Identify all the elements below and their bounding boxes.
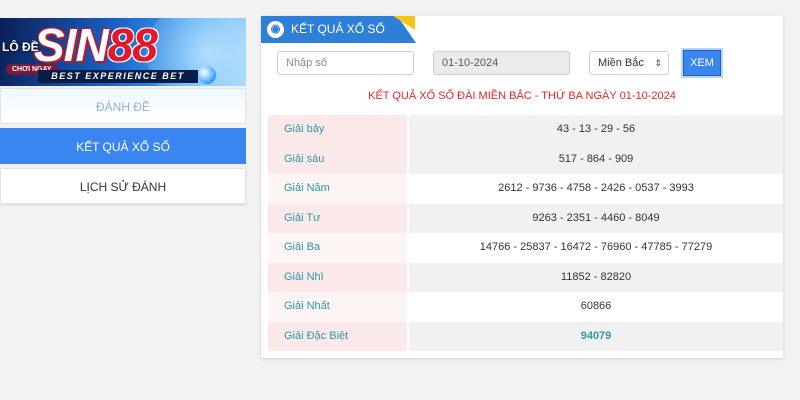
- number-search-input[interactable]: [277, 51, 414, 75]
- prize-value: 14766 - 25837 - 16472 - 76960 - 47785 - …: [479, 241, 713, 253]
- prize-label: Giải Tư: [268, 203, 409, 233]
- lottery-ball-icon: [198, 66, 216, 84]
- date-field[interactable]: 01-10-2024: [433, 51, 570, 75]
- table-row: Giải Nhì 11852 - 82820: [268, 262, 783, 292]
- table-row: Giải Năm 2612 - 9736 - 4758 - 2426 - 053…: [268, 174, 783, 204]
- sidebar-item-danh-de[interactable]: ĐÁNH ĐỀ: [0, 88, 246, 124]
- prize-label: Giải Nhì: [268, 262, 409, 292]
- table-row: Giải Ba 14766 - 25837 - 16472 - 76960 - …: [268, 233, 783, 263]
- table-row: Giải Đặc Biệt 94079: [268, 321, 783, 351]
- sidebar-item-ket-qua-xo-so[interactable]: KẾT QUẢ XỔ SỐ: [0, 128, 246, 164]
- filter-controls: 01-10-2024 Miền Bắc ⇕ XEM: [277, 50, 777, 77]
- prize-label: Giải Năm: [268, 174, 409, 204]
- prize-label: Giải Nhất: [268, 292, 409, 322]
- prize-value: 517 - 864 - 909: [409, 144, 783, 174]
- panel-title: KẾT QUẢ XỔ SỐ: [291, 22, 385, 36]
- prize-label: Giải Ba: [268, 233, 409, 263]
- brand-banner[interactable]: LÔ ĐỀ CHƠI NGAY SIN88 BEST EXPERIENCE BE…: [0, 18, 246, 86]
- results-table: Giải bảy 43 - 13 - 29 - 56 Giải sáu 517 …: [268, 115, 783, 351]
- result-title: KẾT QUẢ XỔ SỐ ĐÀI MIỀN BẮC - THỨ BA NGÀY…: [368, 90, 676, 102]
- brand-logo: SIN88: [34, 19, 158, 71]
- table-row: Giải sáu 517 - 864 - 909: [268, 144, 783, 174]
- region-select[interactable]: Miền Bắc ⇕: [589, 51, 669, 75]
- prize-value: 60866: [580, 300, 612, 312]
- brand-tagline: BEST EXPERIENCE BET: [38, 70, 198, 83]
- table-row: Giải Tư 9263 - 2351 - 4460 - 8049: [268, 203, 783, 233]
- prize-label: Giải bảy: [268, 115, 409, 145]
- sidebar: ĐÁNH ĐỀ KẾT QUẢ XỔ SỐ LỊCH SỬ ĐÁNH: [0, 88, 246, 208]
- logo-number-text: 88: [107, 19, 158, 71]
- select-caret-icon: ⇕: [654, 58, 662, 68]
- region-select-value: Miền Bắc: [598, 57, 644, 69]
- special-prize-value: 94079: [409, 321, 783, 351]
- prize-value: 11852 - 82820: [409, 262, 783, 292]
- lottery-ball-icon: ◉: [267, 21, 284, 38]
- prize-value: 43 - 13 - 29 - 56: [409, 115, 783, 145]
- panel-tab-header: ◉ KẾT QUẢ XỔ SỐ: [261, 16, 416, 43]
- sidebar-item-lich-su-danh[interactable]: LỊCH SỬ ĐÁNH: [0, 168, 246, 204]
- prize-label: Giải sáu: [268, 144, 409, 174]
- prize-value: 2612 - 9736 - 4758 - 2426 - 0537 - 3993: [498, 182, 694, 194]
- table-row: Giải Nhất 60866: [268, 292, 783, 322]
- table-row: Giải bảy 43 - 13 - 29 - 56: [268, 115, 783, 145]
- view-results-button[interactable]: XEM: [683, 50, 721, 76]
- prize-value: 9263 - 2351 - 4460 - 8049: [409, 203, 783, 233]
- prize-label: Giải Đặc Biệt: [268, 321, 409, 351]
- results-panel: ◉ KẾT QUẢ XỔ SỐ 01-10-2024 Miền Bắc ⇕ XE…: [261, 16, 783, 358]
- logo-main-text: SIN: [34, 19, 109, 71]
